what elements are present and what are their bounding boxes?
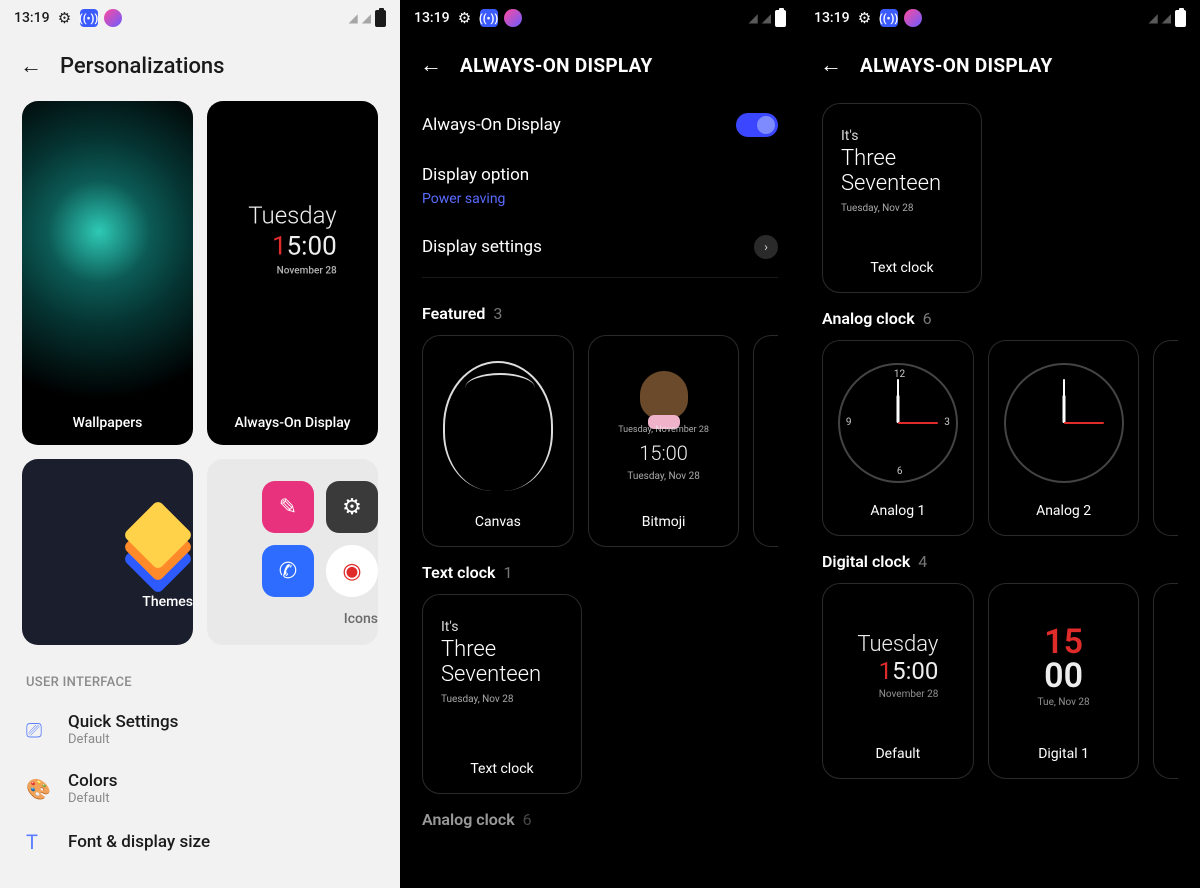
toggle-on-icon[interactable] [736, 113, 778, 137]
signal-dim-icon: ◢ [762, 11, 771, 25]
quick-settings-icon: ⎚ [26, 718, 50, 742]
app-dot-icon [904, 9, 922, 27]
section-featured: Featured 3 [400, 288, 800, 335]
signal-dim-icon: ◢ [349, 11, 358, 25]
gear-icon: ⚙ [56, 9, 74, 27]
signal-dim-icon: ◢ [749, 11, 758, 25]
tile-themes[interactable]: Themes [22, 459, 193, 645]
app-dot-icon [504, 9, 522, 27]
gear-icon: ⚙ [456, 9, 474, 27]
header: ← ALWAYS-ON DISPLAY [800, 36, 1200, 99]
status-time: 13:19 [814, 10, 850, 26]
card-analog-2[interactable]: Analog 2 [988, 340, 1140, 536]
tile-icons[interactable]: ✎ ⚙ ✆ ◉ Icons [207, 459, 378, 645]
tile-label: Icons [344, 611, 378, 627]
card-digital-1[interactable]: 15 00 Tue, Nov 28 Digital 1 [988, 583, 1140, 779]
page-title: ALWAYS-ON DISPLAY [460, 54, 653, 77]
signal-dim-icon: ◢ [362, 11, 371, 25]
signal-dim-icon: ◢ [1162, 11, 1171, 25]
analog-clock-icon: 12 3 6 9 [838, 363, 958, 483]
divider [422, 277, 778, 278]
card-canvas[interactable]: Canvas [422, 335, 574, 547]
icon-grid-preview: ✎ ⚙ ✆ ◉ [262, 481, 378, 597]
screen-aod-styles: 13:19 ⚙ ((•)) ◢ ◢ ← ALWAYS-ON DISPLAY It… [800, 0, 1200, 888]
page-title: Personalizations [60, 54, 225, 79]
cast-icon: ((•)) [80, 9, 98, 27]
card-peek-next[interactable] [1153, 583, 1178, 779]
layers-icon [123, 510, 193, 570]
gear-icon: ⚙ [856, 9, 874, 27]
row-display-settings[interactable]: Display settings › [400, 221, 800, 273]
battery-icon [775, 10, 786, 27]
signal-dim-icon: ◢ [1149, 11, 1158, 25]
header: ← ALWAYS-ON DISPLAY [400, 36, 800, 99]
header: ← Personalizations [0, 36, 400, 101]
list-item-colors[interactable]: 🎨 Colors Default [0, 759, 400, 818]
section-text-clock: Text clock 1 [400, 547, 800, 594]
section-header-ui: USER INTERFACE [0, 645, 400, 700]
tile-wallpapers[interactable]: Wallpapers [22, 101, 193, 445]
brush-icon: ✎ [262, 481, 314, 533]
section-analog-peek: Analog clock 6 [400, 794, 800, 841]
screen-aod-settings: 13:19 ⚙ ((•)) ◢ ◢ ← ALWAYS-ON DISPLAY Al… [400, 0, 800, 888]
text-icon: T [26, 830, 50, 854]
cast-icon: ((•)) [480, 9, 498, 27]
tile-always-on-display[interactable]: Tuesday 15:00 November 28 Always-On Disp… [207, 101, 378, 445]
card-peek-next[interactable] [753, 335, 778, 547]
back-arrow-icon[interactable]: ← [20, 56, 42, 78]
digital-clock-preview: Tuesday 15:00 November 28 [857, 632, 938, 700]
app-dot-icon [104, 9, 122, 27]
aod-preview: Tuesday 15:00 November 28 [248, 201, 336, 276]
section-digital: Digital clock 4 [800, 536, 1200, 583]
tile-label: Always-On Display [234, 415, 350, 431]
page-title: ALWAYS-ON DISPLAY [860, 54, 1053, 77]
card-peek-next[interactable] [1153, 340, 1178, 536]
bitmoji-preview: Tuesday, November 28 15:00 Tuesday, Nov … [618, 371, 709, 482]
screen-personalizations: 13:19 ⚙ ((•)) ◢ ◢ ← Personalizations Wal… [0, 0, 400, 888]
status-bar: 13:19 ⚙ ((•)) ◢ ◢ [800, 0, 1200, 36]
battery-icon [1175, 10, 1186, 27]
status-bar: 13:19 ⚙ ((•)) ◢ ◢ [0, 0, 400, 36]
status-bar: 13:19 ⚙ ((•)) ◢ ◢ [400, 0, 800, 36]
status-time: 13:19 [14, 10, 50, 26]
card-bitmoji[interactable]: Tuesday, November 28 15:00 Tuesday, Nov … [588, 335, 740, 547]
play-icon: ◉ [326, 545, 378, 597]
list-item-quick-settings[interactable]: ⎚ Quick Settings Default [0, 700, 400, 759]
list-item-font-size[interactable]: T Font & display size [0, 818, 400, 866]
row-aod-toggle[interactable]: Always-On Display [400, 99, 800, 151]
status-time: 13:19 [414, 10, 450, 26]
analog-clock-icon [1004, 363, 1124, 483]
back-arrow-icon[interactable]: ← [820, 55, 842, 77]
card-analog-1[interactable]: 12 3 6 9 Analog 1 [822, 340, 974, 536]
back-arrow-icon[interactable]: ← [420, 55, 442, 77]
tile-label: Wallpapers [73, 415, 143, 431]
chevron-right-icon: › [754, 235, 778, 259]
digital-clock-preview: 15 00 Tue, Nov 28 [1038, 625, 1090, 708]
cast-icon: ((•)) [880, 9, 898, 27]
gear-icon: ⚙ [326, 481, 378, 533]
section-analog: Analog clock 6 [800, 293, 1200, 340]
canvas-portrait-icon [443, 361, 553, 491]
card-text-clock[interactable]: It's Three Seventeen Tuesday, Nov 28 Tex… [422, 594, 582, 794]
palette-icon: 🎨 [26, 777, 50, 801]
battery-icon [375, 10, 386, 27]
phone-icon: ✆ [262, 545, 314, 597]
row-display-option[interactable]: Display option Power saving [400, 151, 800, 221]
card-digital-default[interactable]: Tuesday 15:00 November 28 Default [822, 583, 974, 779]
tile-label: Themes [142, 594, 193, 610]
card-text-clock[interactable]: It's Three Seventeen Tuesday, Nov 28 Tex… [822, 103, 982, 293]
avatar-icon [640, 371, 688, 419]
